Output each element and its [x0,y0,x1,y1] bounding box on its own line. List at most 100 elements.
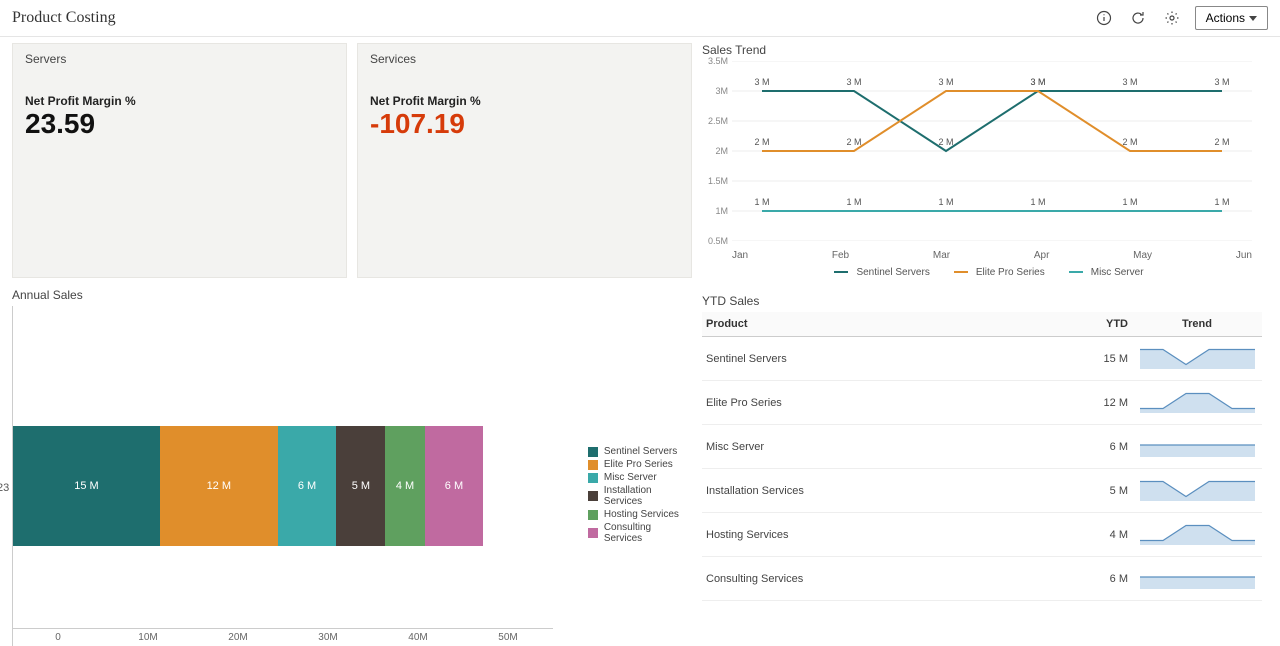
trend-legend: Sentinel Servers Elite Pro Series Misc Ser… [702,267,1268,278]
sparkline [1140,565,1255,589]
cell-trend [1132,557,1262,601]
svg-text:3 M: 3 M [938,77,953,87]
cell-product: Misc Server [702,425,1062,469]
refresh-icon[interactable] [1127,7,1149,29]
legend-item[interactable]: Consulting Services [588,522,692,544]
header-actions: Actions [1093,6,1268,30]
svg-text:3 M: 3 M [754,77,769,87]
x-tick: 20M [193,629,283,646]
section-title: Sales Trend [702,43,1268,57]
legend-item[interactable]: Installation Services [588,485,692,507]
cell-ytd: 6 M [1062,425,1132,469]
svg-text:1 M: 1 M [754,197,769,207]
x-tick: Jun [1236,250,1252,261]
sparkline [1140,345,1255,369]
actions-button-label: Actions [1206,11,1245,25]
x-tick: Feb [832,250,849,261]
y-tick: 1M [715,206,728,216]
col-product[interactable]: Product [702,312,1062,337]
x-tick: 50M [463,629,553,646]
col-ytd[interactable]: YTD [1062,312,1132,337]
bar-segment[interactable]: 5 M [336,426,385,546]
trend-plot[interactable]: 3 M3 M2 M3 M3 M3 M2 M2 M3 M3 M2 M2 M1 M1… [732,61,1252,241]
cell-product: Hosting Services [702,513,1062,557]
ytd-sales-section: YTD Sales Product YTD Trend Sentinel Ser… [702,294,1268,646]
info-icon[interactable] [1093,7,1115,29]
kpi-title: Servers [25,52,334,66]
svg-text:2 M: 2 M [846,137,861,147]
sparkline [1140,521,1255,545]
stacked-bar[interactable]: 15 M12 M6 M5 M4 M6 M [13,426,503,546]
svg-text:3 M: 3 M [1030,77,1045,87]
section-title: Annual Sales [12,288,692,302]
table-row[interactable]: Installation Services5 M [702,469,1262,513]
x-tick: 40M [373,629,463,646]
svg-text:3 M: 3 M [1214,77,1229,87]
gear-icon[interactable] [1161,7,1183,29]
cell-ytd: 12 M [1062,381,1132,425]
cell-ytd: 6 M [1062,557,1132,601]
cell-trend [1132,337,1262,381]
svg-text:1 M: 1 M [1122,197,1137,207]
table-row[interactable]: Hosting Services4 M [702,513,1262,557]
actions-button[interactable]: Actions [1195,6,1268,30]
y-tick: 3.5M [708,56,728,66]
x-tick: Jan [732,250,748,261]
chevron-down-icon [1249,16,1257,21]
bar-segment[interactable]: 6 M [278,426,337,546]
trend-y-axis: 0.5M1M1.5M2M2.5M3M3.5M [702,61,732,241]
svg-text:2 M: 2 M [1214,137,1229,147]
x-tick: Mar [933,250,950,261]
svg-text:1 M: 1 M [938,197,953,207]
legend-item[interactable]: Elite Pro Series [588,459,692,470]
kpi-card-services[interactable]: Services Net Profit Margin % -107.19 [357,43,692,278]
y-tick: 1.5M [708,176,728,186]
table-row[interactable]: Sentinel Servers15 M [702,337,1262,381]
cell-product: Consulting Services [702,557,1062,601]
legend-item[interactable]: Sentinel Servers [826,267,929,278]
col-trend[interactable]: Trend [1132,312,1262,337]
cell-ytd: 5 M [1062,469,1132,513]
kpi-title: Services [370,52,679,66]
svg-text:2 M: 2 M [938,137,953,147]
bar-segment[interactable]: 4 M [385,426,424,546]
table-row[interactable]: Misc Server6 M [702,425,1262,469]
bar-segment[interactable]: 6 M [425,426,484,546]
x-tick: May [1133,250,1152,261]
kpi-metric-value: 23.59 [25,108,334,140]
annual-sales-chart[interactable]: FY23 15 M12 M6 M5 M4 M6 M 010M20M30M40M5… [12,306,548,646]
cell-trend [1132,469,1262,513]
sparkline [1140,389,1255,413]
table-row[interactable]: Elite Pro Series12 M [702,381,1262,425]
cell-trend [1132,381,1262,425]
y-tick: 0.5M [708,236,728,246]
cell-trend [1132,425,1262,469]
sales-trend-chart[interactable]: 0.5M1M1.5M2M2.5M3M3.5M 3 M3 M2 M3 M3 M3 … [702,61,1262,261]
y-tick: 2M [715,146,728,156]
page-title: Product Costing [12,9,116,27]
page-header: Product Costing Actions [0,0,1280,37]
kpi-card-servers[interactable]: Servers Net Profit Margin % 23.59 [12,43,347,278]
legend-item[interactable]: Sentinel Servers [588,446,692,457]
legend-item[interactable]: Hosting Services [588,509,692,520]
svg-text:2 M: 2 M [1122,137,1137,147]
svg-text:1 M: 1 M [1214,197,1229,207]
annual-sales-section: Annual Sales FY23 15 M12 M6 M5 M4 M6 M 0… [12,288,692,646]
cell-product: Elite Pro Series [702,381,1062,425]
bar-segment[interactable]: 15 M [13,426,160,546]
annual-sales-legend: Sentinel Servers Elite Pro Series Misc Ser… [548,306,692,646]
x-tick: 30M [283,629,373,646]
cell-product: Sentinel Servers [702,337,1062,381]
legend-item[interactable]: Misc Server [588,472,692,483]
kpi-metric-label: Net Profit Margin % [370,94,679,108]
svg-text:1 M: 1 M [1030,197,1045,207]
cell-ytd: 4 M [1062,513,1132,557]
table-row[interactable]: Consulting Services6 M [702,557,1262,601]
legend-item[interactable]: Misc Server [1061,267,1144,278]
y-tick: 2.5M [708,116,728,126]
x-tick: 0 [13,629,103,646]
cell-trend [1132,513,1262,557]
bar-segment[interactable]: 12 M [160,426,278,546]
sparkline [1140,433,1255,457]
legend-item[interactable]: Elite Pro Series [946,267,1045,278]
